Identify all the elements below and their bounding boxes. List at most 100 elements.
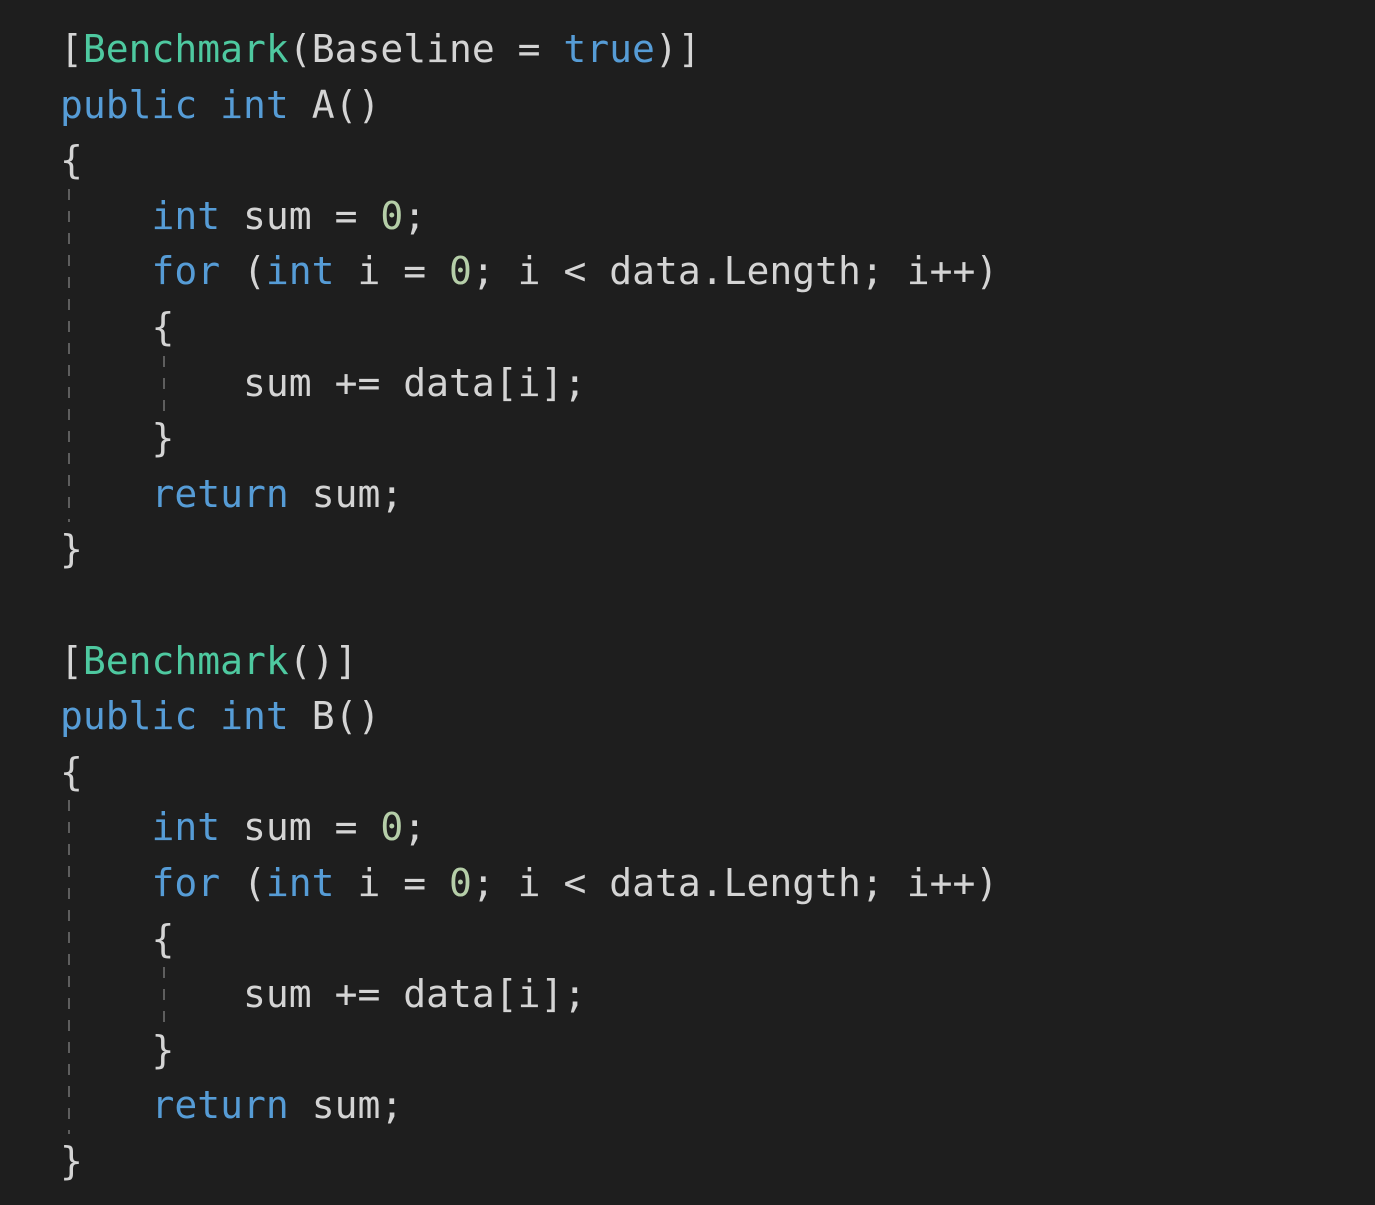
code-line[interactable]: sum += data[i]; — [0, 967, 1375, 1023]
token-num: 0 — [380, 193, 404, 238]
code-line[interactable]: [Benchmark(Baseline = true)] — [0, 22, 1375, 78]
code-line[interactable]: int sum = 0; — [0, 189, 1375, 245]
token-pun: ; — [403, 805, 427, 850]
token-num: 0 — [380, 805, 404, 850]
token-pun: () — [288, 638, 335, 683]
token-pun — [289, 694, 312, 738]
token-pun — [220, 194, 243, 238]
token-id: data — [609, 860, 701, 905]
code-line[interactable]: } — [0, 1134, 1375, 1190]
token-kw: int — [151, 805, 221, 850]
code-content[interactable]: [Benchmark(Baseline = true)] public int A… — [0, 22, 1375, 1189]
token-kw: public — [60, 694, 198, 739]
token-id: i — [517, 972, 541, 1017]
token-kw: return — [151, 471, 289, 516]
token-pun — [541, 27, 564, 71]
token-pun — [60, 1028, 152, 1072]
token-op: = — [334, 193, 358, 238]
code-editor[interactable]: [Benchmark(Baseline = true)] public int A… — [0, 0, 1375, 1205]
token-pun — [289, 472, 312, 516]
token-pun — [335, 249, 358, 293]
code-line-blank[interactable] — [0, 578, 1375, 634]
token-pun — [60, 917, 152, 961]
token-id: sum — [243, 193, 312, 238]
token-pun: { — [60, 138, 83, 183]
token-op: ++ — [929, 249, 976, 294]
token-pun: ) — [975, 249, 999, 294]
token-op: < — [563, 860, 587, 905]
token-pun — [357, 194, 380, 238]
token-pun: () — [334, 694, 381, 739]
code-line[interactable]: int sum = 0; — [0, 800, 1375, 856]
token-pun: } — [151, 416, 175, 461]
token-id: Length — [723, 249, 861, 294]
code-line[interactable]: sum += data[i]; — [0, 356, 1375, 412]
token-id: sum — [311, 1083, 381, 1128]
token-kw: int — [265, 860, 335, 905]
token-pun — [335, 861, 358, 905]
token-op: += — [334, 972, 381, 1017]
token-id: i — [906, 860, 930, 905]
code-line[interactable]: return sum; — [0, 1078, 1375, 1134]
token-pun: ] — [677, 27, 701, 71]
token-id: sum — [311, 471, 381, 516]
token-kw: int — [220, 82, 289, 127]
token-attr: Benchmark — [82, 27, 289, 71]
token-kw: true — [563, 27, 655, 71]
code-line[interactable]: { — [0, 133, 1375, 189]
token-pun: ) — [654, 27, 678, 71]
token-pun — [380, 861, 403, 905]
token-pun — [60, 361, 243, 405]
token-id: i — [517, 249, 541, 294]
token-pun — [60, 1083, 152, 1127]
token-pun: () — [334, 82, 381, 127]
token-pun: } — [60, 527, 83, 572]
code-line[interactable]: public int A() — [0, 78, 1375, 134]
token-pun: ; — [563, 360, 587, 405]
token-pun: ; — [471, 860, 518, 905]
code-line[interactable]: for (int i = 0; i < data.Length; i++) — [0, 244, 1375, 300]
token-pun: ; — [403, 193, 427, 238]
code-line[interactable]: } — [0, 522, 1375, 578]
token-id: i — [906, 249, 930, 294]
token-id: data — [403, 972, 495, 1017]
token-pun: ( — [288, 27, 312, 71]
token-id: A — [311, 82, 335, 127]
token-pun — [357, 805, 380, 849]
token-pun — [60, 305, 152, 349]
token-pun — [495, 27, 518, 71]
token-pun: { — [60, 749, 83, 794]
token-pun — [380, 361, 403, 405]
token-kw: for — [151, 249, 221, 294]
token-pun — [289, 83, 312, 127]
token-id: data — [609, 249, 701, 294]
code-line[interactable]: } — [0, 411, 1375, 467]
code-line[interactable]: public int B() — [0, 689, 1375, 745]
code-line[interactable]: for (int i = 0; i < data.Length; i++) — [0, 856, 1375, 912]
token-id: i — [517, 860, 541, 905]
token-kw: int — [265, 249, 335, 294]
code-line[interactable]: [Benchmark()] — [0, 634, 1375, 690]
token-pun — [197, 694, 220, 738]
token-pun — [289, 1083, 312, 1127]
code-line[interactable]: { — [0, 745, 1375, 801]
token-op: = — [403, 860, 427, 905]
token-op: += — [334, 360, 381, 405]
token-pun: ( — [220, 249, 266, 294]
token-num: 0 — [449, 249, 472, 294]
token-pun: . — [700, 249, 724, 294]
token-num: 0 — [449, 860, 472, 905]
code-line[interactable]: { — [0, 300, 1375, 356]
code-line[interactable]: { — [0, 912, 1375, 968]
code-line[interactable]: } — [0, 1023, 1375, 1079]
code-line[interactable]: return sum; — [0, 467, 1375, 523]
token-pun — [60, 194, 152, 238]
token-pun: ; — [563, 972, 587, 1017]
token-pun: ; — [860, 249, 907, 294]
token-id: i — [357, 249, 381, 294]
token-pun: ] — [334, 638, 358, 683]
token-pun — [426, 861, 449, 905]
token-pun — [541, 861, 564, 905]
token-pun — [60, 249, 152, 293]
token-pun: { — [151, 304, 175, 349]
